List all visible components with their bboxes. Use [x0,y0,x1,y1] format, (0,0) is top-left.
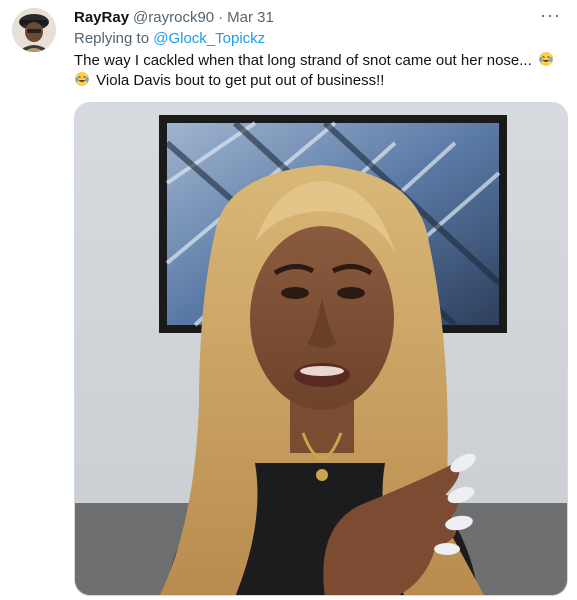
display-name[interactable]: RayRay [74,9,129,26]
tweet-text-line1: The way I cackled when that long strand … [74,52,532,69]
tweet-date[interactable]: Mar 31 [227,9,274,26]
avatar-image [12,8,56,52]
replying-to-mention[interactable]: @Glock_Topickz [153,30,265,47]
separator-dot: · [218,8,224,26]
tweet-media[interactable] [74,102,568,596]
tweet-header: RayRay @rayrock90 · Mar 31 [74,6,567,28]
more-horizontal-icon[interactable]: ··· [540,6,561,24]
tweet-content: RayRay @rayrock90 · Mar 31 ··· Replying … [74,6,567,91]
replying-prefix: Replying to [74,30,150,47]
face-with-tears-of-joy-icon [538,52,553,66]
avatar[interactable] [12,8,56,52]
replying-to: Replying to @Glock_Topickz [74,29,567,49]
media-image [75,103,567,595]
tweet-text: The way I cackled when that long strand … [74,51,560,91]
tweet[interactable]: RayRay @rayrock90 · Mar 31 ··· Replying … [0,0,577,600]
tweet-text-line2: Viola Davis bout to get put out of busin… [96,72,385,89]
user-handle[interactable]: @rayrock90 [133,9,214,26]
face-with-tears-of-joy-icon [75,72,89,86]
